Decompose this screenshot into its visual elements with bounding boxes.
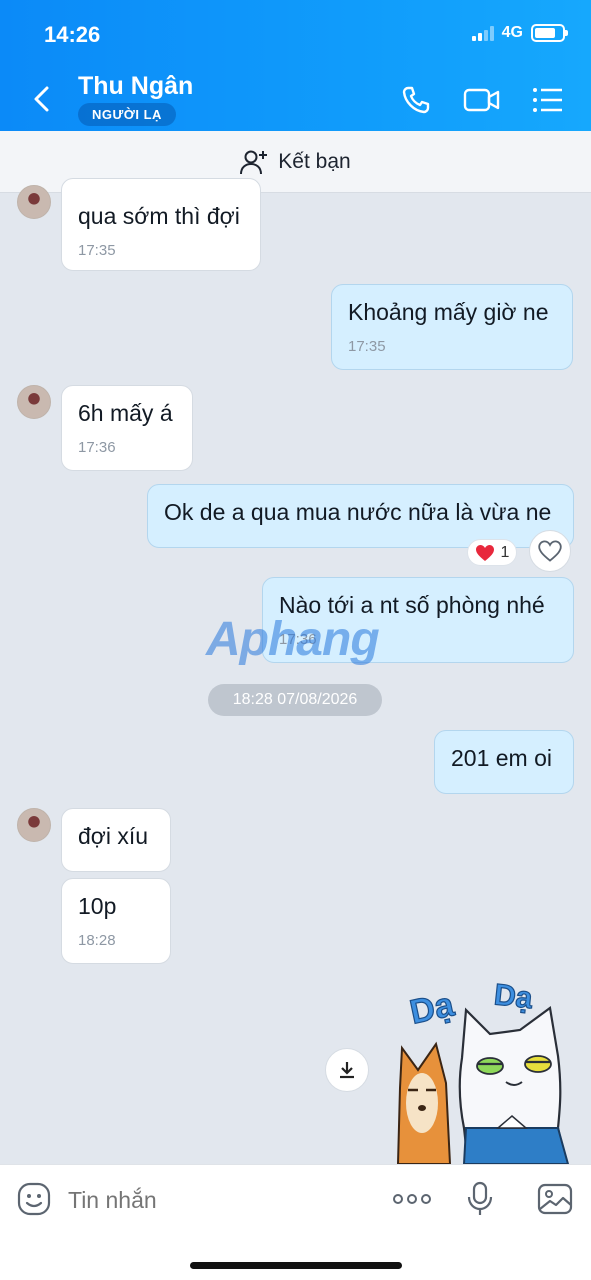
message-text: 201 em oi — [451, 745, 553, 771]
message-time: 17:35 — [78, 242, 116, 259]
stranger-badge: NGƯỜI LẠ — [78, 103, 176, 126]
sticker-text: Dạ — [407, 985, 458, 1031]
heart-filled-icon — [475, 544, 494, 561]
download-sticker-button[interactable] — [325, 1048, 369, 1092]
message-time: 18:28 — [78, 932, 116, 949]
list-menu-icon — [533, 88, 562, 112]
sticker-text: Dạ — [493, 978, 535, 1015]
message-input[interactable] — [68, 1183, 368, 1217]
signal-icon — [471, 25, 494, 41]
image-icon — [537, 1183, 573, 1215]
message-outgoing[interactable]: 201 em oi — [434, 730, 574, 794]
message-incoming[interactable]: 10p 18:28 — [61, 878, 171, 964]
voice-message-button[interactable] — [460, 1179, 500, 1219]
avatar[interactable] — [17, 185, 51, 219]
message-outgoing[interactable]: Khoảng mấy giờ ne 17:35 — [331, 284, 573, 370]
avatar[interactable] — [17, 385, 51, 419]
message-outgoing[interactable]: Ok de a qua mua nước nữa là vừa ne — [147, 484, 574, 548]
message-text: qua sớm thì đợi — [78, 203, 240, 229]
menu-button[interactable] — [530, 84, 566, 116]
reaction-badge[interactable]: 1 — [467, 539, 517, 566]
download-icon — [340, 1062, 354, 1079]
status-time: 14:26 — [44, 22, 101, 47]
more-dots-icon — [393, 1194, 431, 1204]
phone-icon — [402, 86, 430, 114]
message-incoming[interactable]: qua sớm thì đợi 17:35 — [61, 178, 261, 271]
battery-icon — [531, 24, 568, 42]
status-indicators: 4G — [471, 24, 568, 42]
home-indicator[interactable] — [190, 1262, 402, 1269]
chevron-left-icon — [34, 86, 49, 112]
date-divider: 18:28 07/08/2026 — [208, 684, 382, 716]
avatar[interactable] — [17, 808, 51, 842]
cat-fox-sticker-image: Dạ Dạ — [396, 978, 570, 1166]
message-text: Khoảng mấy giờ ne — [348, 299, 549, 325]
message-text: 6h mấy á — [78, 400, 173, 426]
message-text: đợi xíu — [78, 823, 149, 849]
add-user-icon — [240, 150, 268, 174]
contact-name[interactable]: Thu Ngân — [78, 72, 193, 101]
message-time: 17:36 — [78, 439, 116, 456]
reaction-count: 1 — [500, 543, 510, 561]
emoji-icon — [17, 1182, 51, 1216]
message-incoming[interactable]: đợi xíu — [61, 808, 171, 872]
message-time: 17:35 — [348, 338, 386, 355]
back-button[interactable] — [26, 84, 56, 114]
network-label: 4G — [501, 24, 523, 41]
microphone-icon — [467, 1181, 493, 1215]
watermark-logo: Aphang — [206, 613, 380, 666]
react-button[interactable] — [529, 530, 571, 572]
emoji-button[interactable] — [14, 1179, 54, 1219]
sticker-message[interactable]: Dạ Dạ — [390, 978, 575, 1166]
message-incoming[interactable]: 6h mấy á 17:36 — [61, 385, 193, 471]
more-options-button[interactable] — [390, 1179, 434, 1219]
video-call-button[interactable] — [462, 84, 502, 116]
add-friend-label: Kết bạn — [278, 149, 351, 173]
message-text: Ok de a qua mua nước nữa là vừa ne — [164, 499, 552, 525]
gallery-button[interactable] — [535, 1179, 575, 1219]
heart-outline-icon — [538, 540, 562, 562]
chat-header: 14:26 4G Thu Ngân NGƯỜI LẠ — [0, 0, 591, 131]
call-button[interactable] — [398, 84, 434, 116]
video-icon — [463, 88, 500, 112]
message-text: 10p — [78, 893, 117, 919]
